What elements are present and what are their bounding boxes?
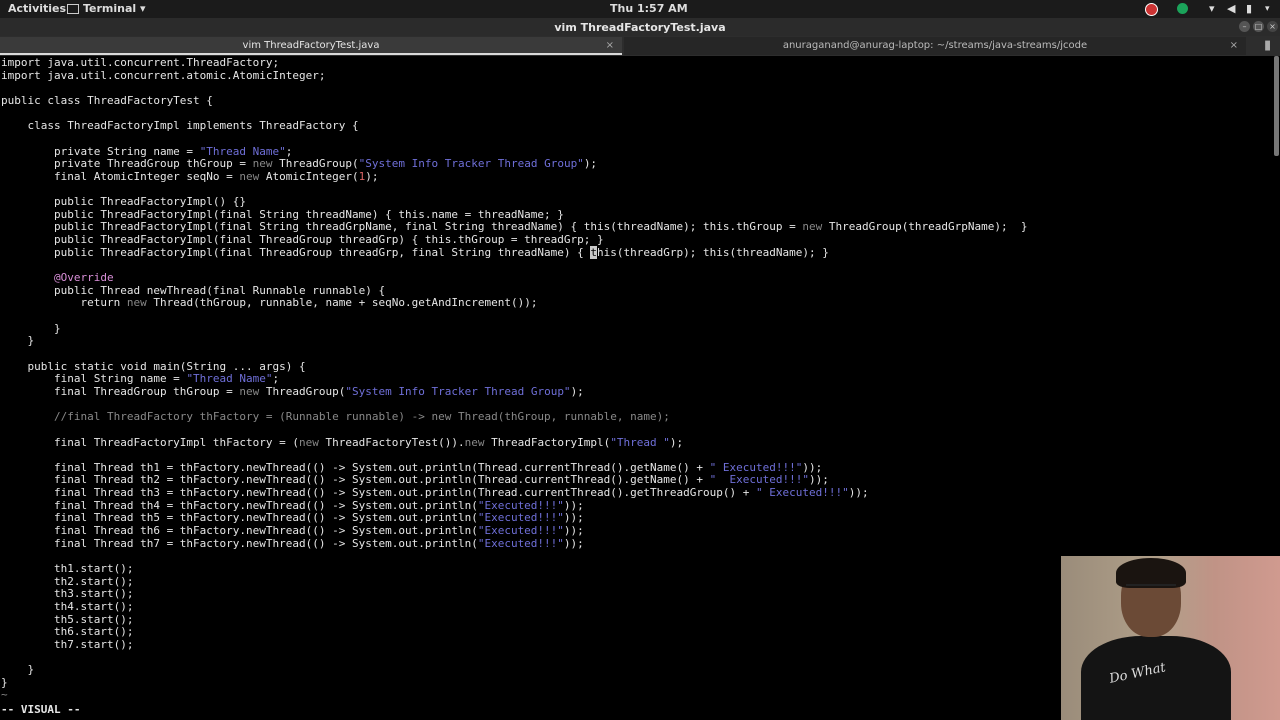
terminal-icon	[67, 4, 79, 14]
system-menu-icon[interactable]: ▾	[1265, 4, 1277, 16]
code-line[interactable]: final Thread th4 = thFactory.newThread((…	[1, 499, 584, 512]
code-line[interactable]: public ThreadFactoryImpl(final ThreadGro…	[1, 233, 604, 246]
code-line[interactable]: public static void main(String ... args)…	[1, 360, 305, 373]
code-line[interactable]: public ThreadFactoryImpl(final ThreadGro…	[1, 245, 829, 259]
code-line[interactable]: th1.start();	[1, 562, 133, 575]
code-line[interactable]: final Thread th2 = thFactory.newThread((…	[1, 473, 829, 486]
code-line[interactable]: final String name = "Thread Name";	[1, 372, 279, 385]
webcam-overlay: Do What	[1061, 556, 1280, 720]
code-line[interactable]: return new Thread(thGroup, runnable, nam…	[1, 296, 537, 309]
code-line[interactable]: @Override	[1, 271, 114, 284]
code-line[interactable]: private ThreadGroup thGroup = new Thread…	[1, 157, 597, 170]
code-line[interactable]: //final ThreadFactory thFactory = (Runna…	[1, 410, 670, 423]
wifi-icon[interactable]: ▾	[1209, 2, 1221, 15]
minimize-icon[interactable]: –	[1239, 21, 1250, 32]
close-icon[interactable]: ×	[1267, 21, 1278, 32]
status-dot-icon[interactable]	[1177, 3, 1188, 14]
app-menu-label: Terminal ▾	[83, 2, 146, 15]
app-menu[interactable]: Terminal ▾	[67, 2, 146, 15]
window-title: vim ThreadFactoryTest.java	[554, 21, 726, 34]
code-line[interactable]: public ThreadFactoryImpl(final String th…	[1, 220, 1028, 233]
code-line[interactable]: final Thread th3 = thFactory.newThread((…	[1, 486, 869, 499]
code-line[interactable]: final Thread th1 = thFactory.newThread((…	[1, 461, 822, 474]
code-line[interactable]: final Thread th7 = thFactory.newThread((…	[1, 537, 584, 550]
webcam-person-body	[1081, 636, 1231, 720]
vim-mode-indicator: -- VISUAL --	[1, 703, 81, 716]
code-line[interactable]: final AtomicInteger seqNo = new AtomicIn…	[1, 170, 379, 183]
clock[interactable]: Thu 1:57 AM	[610, 2, 688, 15]
code-line[interactable]: }	[1, 663, 34, 676]
code-line[interactable]: }	[1, 322, 61, 335]
code-line[interactable]: th5.start();	[1, 613, 133, 626]
new-tab-icon[interactable]: ▮	[1264, 38, 1271, 53]
code-line[interactable]: import java.util.concurrent.atomic.Atomi…	[1, 69, 326, 82]
tab-label: anuraganand@anurag-laptop: ~/streams/jav…	[782, 40, 1088, 51]
tab-close-icon[interactable]: ×	[606, 37, 614, 55]
code-line[interactable]: final ThreadGroup thGroup = new ThreadGr…	[1, 385, 584, 398]
code-line[interactable]: class ThreadFactoryImpl implements Threa…	[1, 119, 358, 132]
activities-button[interactable]: Activities	[8, 2, 66, 15]
tab-close-icon[interactable]: ×	[1230, 37, 1238, 55]
code-line[interactable]: th2.start();	[1, 575, 133, 588]
empty-line-marker: ~	[1, 688, 8, 701]
scrollbar[interactable]	[1274, 56, 1279, 156]
code-line[interactable]: th4.start();	[1, 600, 133, 613]
tab-label: vim ThreadFactoryTest.java	[242, 40, 380, 51]
code-line[interactable]: th7.start();	[1, 638, 133, 651]
window-titlebar: vim ThreadFactoryTest.java – □ ×	[0, 18, 1280, 36]
code-line[interactable]: public Thread newThread(final Runnable r…	[1, 284, 385, 297]
code-line[interactable]: th3.start();	[1, 587, 133, 600]
terminal-tabs: vim ThreadFactoryTest.java × anuraganand…	[0, 36, 1280, 56]
code-line[interactable]: public class ThreadFactoryTest {	[1, 94, 213, 107]
code-line[interactable]: public ThreadFactoryImpl(final String th…	[1, 208, 564, 221]
code-line[interactable]: public ThreadFactoryImpl() {}	[1, 195, 246, 208]
top-bar: Activities Terminal ▾ Thu 1:57 AM ▾ ◀ ▮ …	[0, 0, 1280, 18]
code-line[interactable]: final Thread th6 = thFactory.newThread((…	[1, 524, 584, 537]
tab-shell[interactable]: anuraganand@anurag-laptop: ~/streams/jav…	[624, 37, 1246, 55]
maximize-icon[interactable]: □	[1253, 21, 1264, 32]
tab-vim[interactable]: vim ThreadFactoryTest.java ×	[0, 37, 622, 55]
battery-icon[interactable]: ▮	[1246, 2, 1258, 15]
code-line[interactable]: final ThreadFactoryImpl thFactory = (new…	[1, 436, 683, 449]
code-line[interactable]: private String name = "Thread Name";	[1, 145, 292, 158]
webcam-person-glasses	[1126, 584, 1176, 592]
code-line[interactable]: }	[1, 676, 8, 689]
code-line[interactable]: }	[1, 334, 34, 347]
code-line[interactable]: final Thread th5 = thFactory.newThread((…	[1, 511, 584, 524]
volume-icon[interactable]: ◀	[1227, 2, 1239, 15]
chrome-icon[interactable]	[1145, 3, 1158, 16]
code-line[interactable]: th6.start();	[1, 625, 133, 638]
code-line[interactable]: import java.util.concurrent.ThreadFactor…	[1, 56, 279, 69]
